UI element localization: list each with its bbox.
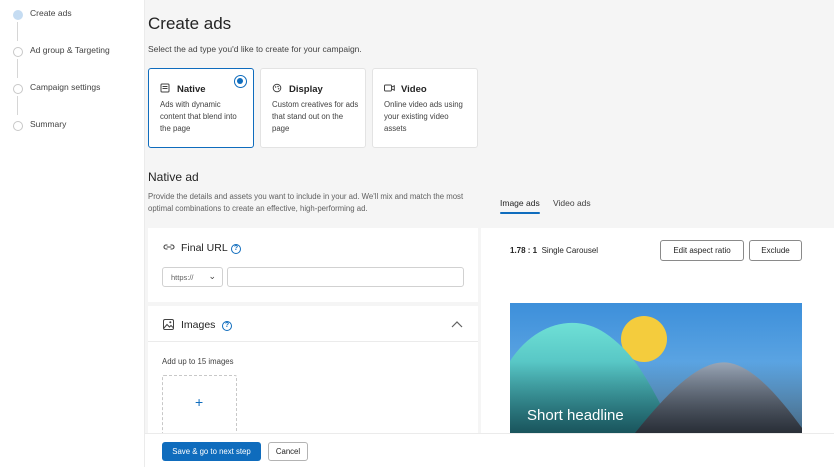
main-content: Create ads Select the ad type you'd like… [145,0,834,467]
ad-preview-image: Short headline [510,303,802,433]
images-panel-header[interactable]: Images ? [148,306,478,342]
native-ad-icon [160,83,170,93]
ad-type-description: Online video ads using your existing vid… [384,100,463,133]
step-create-ads[interactable]: Create ads [0,4,145,28]
cancel-button[interactable]: Cancel [268,442,308,461]
ad-preview-panel: 1.78 : 1 Single Carousel Edit aspect rat… [481,228,834,433]
video-icon [384,83,395,93]
edit-aspect-ratio-button[interactable]: Edit aspect ratio [660,240,744,261]
native-ad-description: Provide the details and assets you want … [148,192,464,213]
step-summary[interactable]: Summary [0,115,145,139]
active-tab-indicator [500,212,540,214]
final-url-panel: Final URL ? https:// ⌄ [148,228,478,302]
ad-type-title: Native [177,84,206,95]
display-ad-icon [272,83,282,93]
step-label: Create ads [30,8,72,18]
ad-headline: Short headline [527,407,624,424]
images-hint: Add up to 15 images [162,357,234,366]
ad-type-description: Ads with dynamic content that blend into… [160,100,237,133]
ad-type-title: Video [401,84,427,95]
step-campaign-settings[interactable]: Campaign settings [0,78,145,102]
tab-image-ads[interactable]: Image ads [500,198,540,208]
save-next-button[interactable]: Save & go to next step [162,442,261,461]
image-icon [163,319,174,333]
step-indicator [13,84,23,94]
plus-icon: + [195,394,204,410]
radio-selected[interactable] [234,75,247,88]
step-label: Ad group & Targeting [30,45,110,55]
step-connector [17,22,18,41]
protocol-select[interactable]: https:// ⌄ [162,267,223,287]
step-indicator [13,47,23,57]
step-connector [17,96,18,115]
chevron-up-icon[interactable] [451,316,463,331]
info-icon[interactable]: ? [222,321,232,331]
ad-type-card-native[interactable]: Native Ads with dynamic content that ble… [148,68,254,148]
native-ad-heading: Native ad [148,170,199,184]
ad-type-description: Custom creatives for ads that stand out … [272,100,359,133]
image-upload-dropzone[interactable]: + [162,375,237,435]
final-url-input[interactable] [227,267,464,287]
ad-type-card-display[interactable]: Display Custom creatives for ads that st… [260,68,366,148]
images-panel: Images ? Add up to 15 images + [148,306,478,436]
exclude-button[interactable]: Exclude [749,240,802,261]
link-icon [163,242,175,255]
step-ad-group-targeting[interactable]: Ad group & Targeting [0,41,145,65]
preview-layout: Single Carousel [541,246,599,255]
stepper-sidebar: Create ads Ad group & Targeting Campaign… [0,0,145,467]
tab-video-ads[interactable]: Video ads [553,198,591,208]
ad-type-title: Display [289,84,323,95]
info-icon[interactable]: ? [231,244,241,254]
step-label: Campaign settings [30,82,101,92]
page-title: Create ads [148,14,232,33]
footer-bar: Save & go to next step Cancel [145,433,834,467]
page-subtitle: Select the ad type you'd like to create … [148,44,362,54]
aspect-ratio-label: 1.78 : 1 Single Carousel [510,246,598,255]
images-title: Images [181,319,216,331]
protocol-value: https:// [171,273,194,282]
step-label: Summary [30,119,67,129]
chevron-down-icon: ⌄ [208,271,216,281]
ad-type-card-video[interactable]: Video Online video ads using your existi… [372,68,478,148]
step-indicator-current [13,10,23,20]
step-connector [17,59,18,78]
final-url-title: Final URL [181,242,228,254]
aspect-ratio-value: 1.78 : 1 [510,246,538,255]
step-indicator [13,121,23,131]
